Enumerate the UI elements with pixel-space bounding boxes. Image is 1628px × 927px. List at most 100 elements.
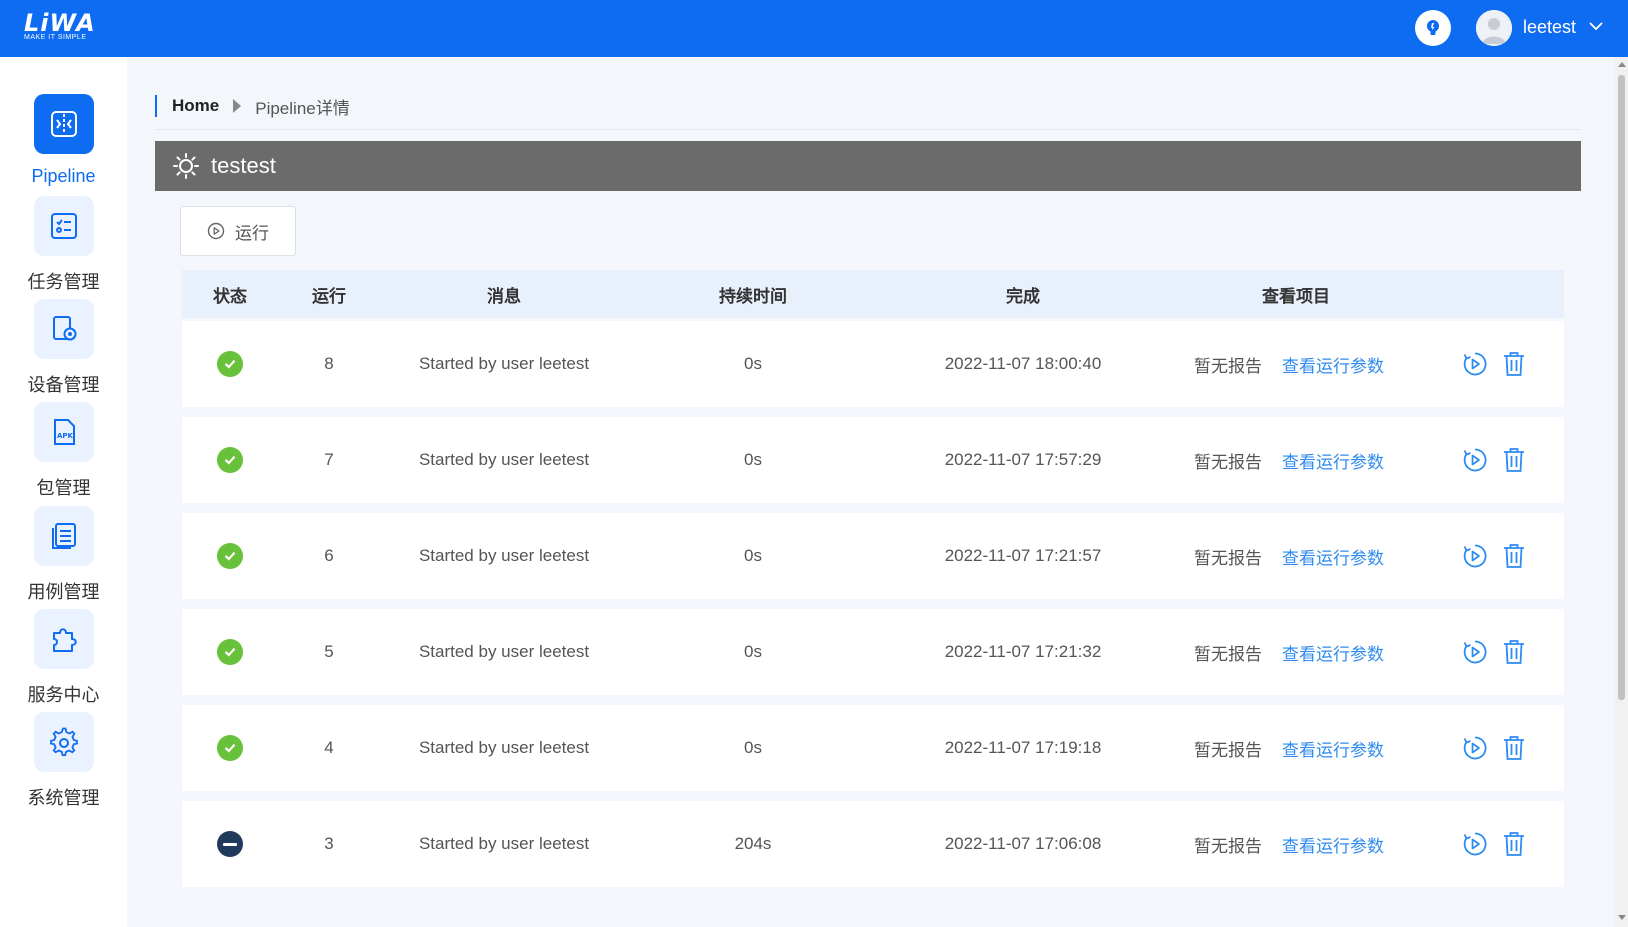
apk-file-icon: APK [53,419,75,445]
no-report-label: 暂无报告 [1194,644,1262,664]
run-number: 8 [324,354,334,373]
view-params-link[interactable]: 查看运行参数 [1282,448,1384,473]
trash-icon[interactable] [1502,447,1526,473]
view-params-link[interactable]: 查看运行参数 [1282,544,1384,569]
no-report-label: 暂无报告 [1194,548,1262,568]
table-row: 8 Started by user leetest 0s 2022-11-07 … [182,321,1564,407]
avatar[interactable] [1476,10,1512,46]
view-params-link[interactable]: 查看运行参数 [1282,832,1384,857]
no-report-label: 暂无报告 [1194,356,1262,376]
view-params-link[interactable]: 查看运行参数 [1282,640,1384,665]
header-status: 状态 [213,286,247,306]
sidebar-item-packages[interactable]: APK 包管理 [0,402,127,500]
scrollbar[interactable] [1615,57,1628,927]
scroll-down-icon[interactable] [1618,915,1626,920]
gear-icon [49,727,78,756]
header-run: 运行 [312,286,346,306]
view-params-link[interactable]: 查看运行参数 [1282,736,1384,761]
play-circle-icon [207,222,225,240]
logo[interactable]: LiWA MAKE IT SIMPLE [24,9,96,42]
rerun-icon[interactable] [1462,735,1488,761]
top-bar: LiWA MAKE IT SIMPLE leetest [0,0,1628,57]
table-row: 4 Started by user leetest 0s 2022-11-07 … [182,705,1564,791]
rerun-icon[interactable] [1462,639,1488,665]
rerun-icon[interactable] [1462,543,1488,569]
view-params-link[interactable]: 查看运行参数 [1282,352,1384,377]
run-finished-time: 2022-11-07 18:00:40 [944,354,1102,373]
run-finished-time: 2022-11-07 17:21:57 [944,546,1102,565]
run-number: 3 [324,834,334,853]
chevron-down-icon[interactable] [1588,18,1604,34]
run-duration: 0s [744,546,762,565]
main-content: Home Pipeline详情 testest 运行 状态 运行 消息 持续时间… [127,57,1615,927]
sidebar-item-label: 用例管理 [27,582,100,602]
rerun-icon[interactable] [1462,351,1488,377]
pipeline-icon [50,111,77,137]
success-status-icon [217,639,243,665]
run-duration: 0s [744,642,762,661]
pipeline-title-bar: testest [155,141,1581,191]
run-finished-time: 2022-11-07 17:06:08 [944,834,1102,853]
header-duration: 持续时间 [719,286,787,306]
header-view: 查看项目 [1262,286,1330,306]
success-status-icon [217,447,243,473]
run-number: 5 [324,642,334,661]
run-duration: 204s [734,834,772,853]
run-number: 6 [324,546,334,565]
run-duration: 0s [744,738,762,757]
sidebar-item-label: Pipeline [31,166,96,186]
success-status-icon [217,543,243,569]
pipeline-name: testest [211,153,276,178]
trash-icon[interactable] [1502,735,1526,761]
trash-icon[interactable] [1502,351,1526,377]
sidebar-item-pipeline[interactable]: Pipeline [0,94,127,187]
sidebar-item-devices[interactable]: 设备管理 [0,299,127,397]
svg-text:APK: APK [57,432,74,440]
device-settings-icon [52,316,76,341]
logo-mark: LiWA [24,9,96,37]
run-message: Started by user leetest [418,642,590,661]
sidebar-item-label: 系统管理 [27,788,100,808]
sidebar-item-label: 任务管理 [27,272,100,292]
trash-icon[interactable] [1502,543,1526,569]
username[interactable]: leetest [1523,17,1576,38]
run-finished-time: 2022-11-07 17:57:29 [944,450,1102,469]
table-row: 6 Started by user leetest 0s 2022-11-07 … [182,513,1564,599]
run-duration: 0s [744,450,762,469]
table-row: 7 Started by user leetest 0s 2022-11-07 … [182,417,1564,503]
run-button[interactable]: 运行 [180,206,296,256]
puzzle-icon [52,628,77,652]
rerun-icon[interactable] [1462,831,1488,857]
run-number: 4 [324,738,334,757]
breadcrumb: Home Pipeline详情 [155,95,350,118]
sidebar-item-services[interactable]: 服务中心 [0,609,127,707]
run-duration: 0s [744,354,762,373]
sidebar-item-tasks[interactable]: 任务管理 [0,196,127,294]
scroll-up-icon[interactable] [1618,62,1626,67]
case-list-icon [51,523,76,549]
notification-button[interactable] [1415,10,1451,46]
no-report-label: 暂无报告 [1194,452,1262,472]
sidebar-item-label: 包管理 [36,478,91,498]
run-message: Started by user leetest [418,738,590,757]
table-row: 5 Started by user leetest 0s 2022-11-07 … [182,609,1564,695]
run-finished-time: 2022-11-07 17:19:18 [944,738,1102,757]
success-status-icon [217,735,243,761]
run-message: Started by user leetest [418,834,590,853]
sidebar-item-cases[interactable]: 用例管理 [0,506,127,604]
run-message: Started by user leetest [418,546,590,565]
scrollbar-thumb[interactable] [1618,75,1625,700]
sidebar-item-system[interactable]: 系统管理 [0,712,127,810]
run-message: Started by user leetest [418,354,590,373]
run-button-label: 运行 [235,223,269,243]
rerun-icon[interactable] [1462,447,1488,473]
breadcrumb-home[interactable]: Home [172,96,219,116]
aborted-status-icon [217,831,243,857]
divider [155,129,1581,130]
table-row: 3 Started by user leetest 204s 2022-11-0… [182,801,1564,887]
table-header: 状态 运行 消息 持续时间 完成 查看项目 [182,270,1564,318]
sidebar-item-label: 设备管理 [27,375,100,395]
sidebar: Pipeline 任务管理 设备管理 APK 包管理 用例管理 服务中心 系统管… [0,57,127,927]
trash-icon[interactable] [1502,831,1526,857]
trash-icon[interactable] [1502,639,1526,665]
